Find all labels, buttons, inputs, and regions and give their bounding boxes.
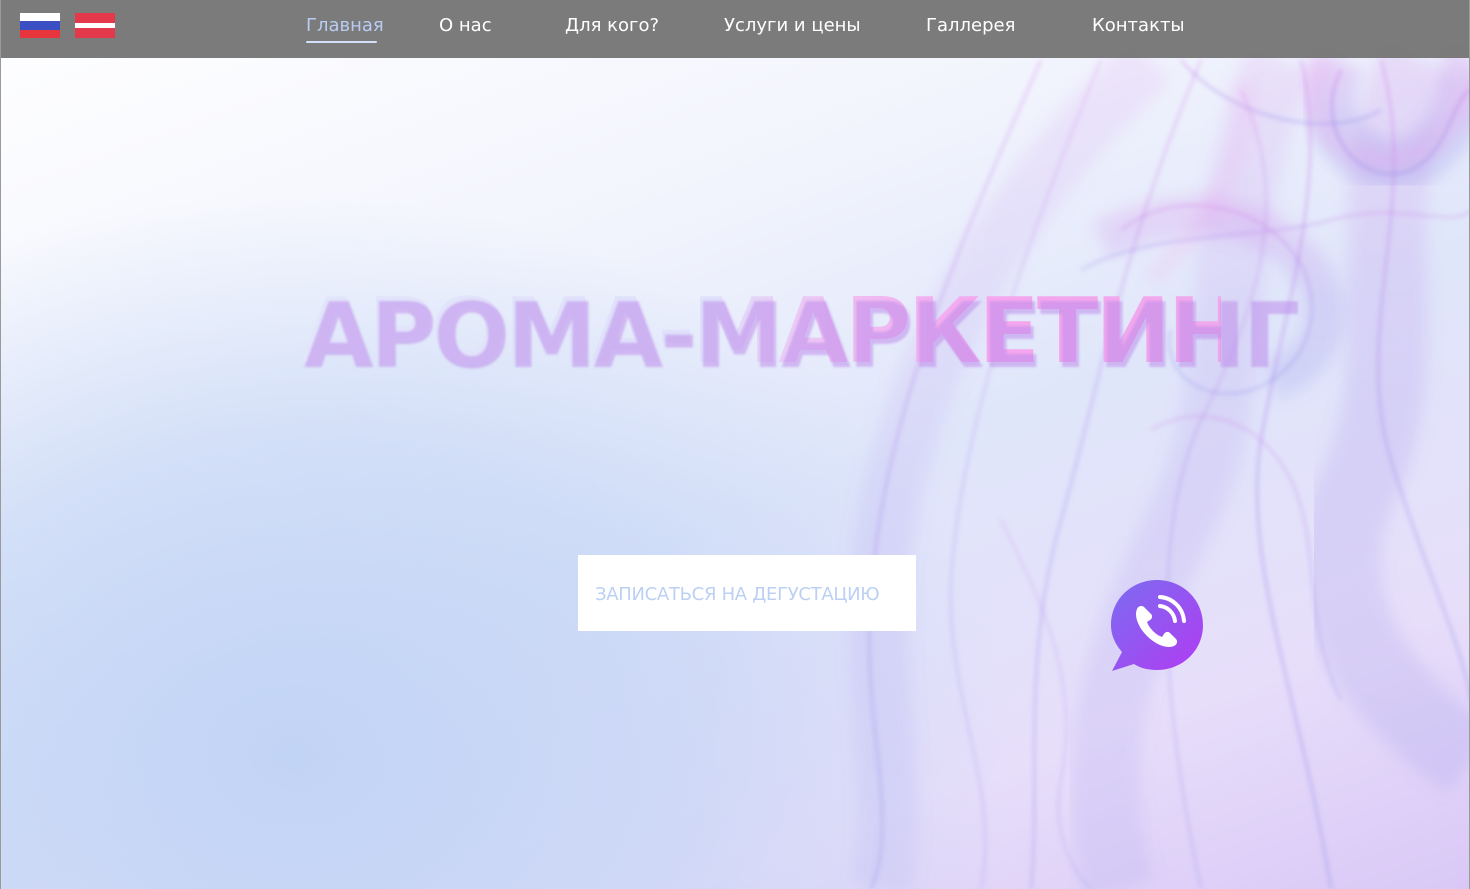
russian-flag-icon[interactable]	[20, 13, 60, 38]
nav-item-contacts[interactable]: Контакты	[1092, 15, 1185, 36]
top-navigation-bar: Главная О нас Для кого? Услуги и цены Га…	[1, 0, 1469, 58]
nav-item-about[interactable]: О нас	[439, 15, 492, 36]
nav-item-home[interactable]: Главная	[306, 15, 384, 36]
latvian-flag-icon[interactable]	[75, 13, 115, 38]
viber-phone-icon[interactable]	[1110, 579, 1205, 673]
nav-item-services-prices[interactable]: Услуги и цены	[724, 15, 861, 36]
nav-item-gallery[interactable]: Галлерея	[926, 15, 1015, 36]
smoke-background-image	[848, 38, 1469, 889]
nav-item-audience[interactable]: Для кого?	[565, 15, 659, 36]
active-nav-underline	[306, 41, 377, 43]
landing-page: Главная О нас Для кого? Услуги и цены Га…	[0, 0, 1470, 889]
hero-title: АРОМА-МАРКЕТИНГ	[301, 279, 1297, 384]
book-tasting-button[interactable]: ЗАПИСАТЬСЯ НА ДЕГУСТАЦИЮ	[578, 555, 916, 631]
